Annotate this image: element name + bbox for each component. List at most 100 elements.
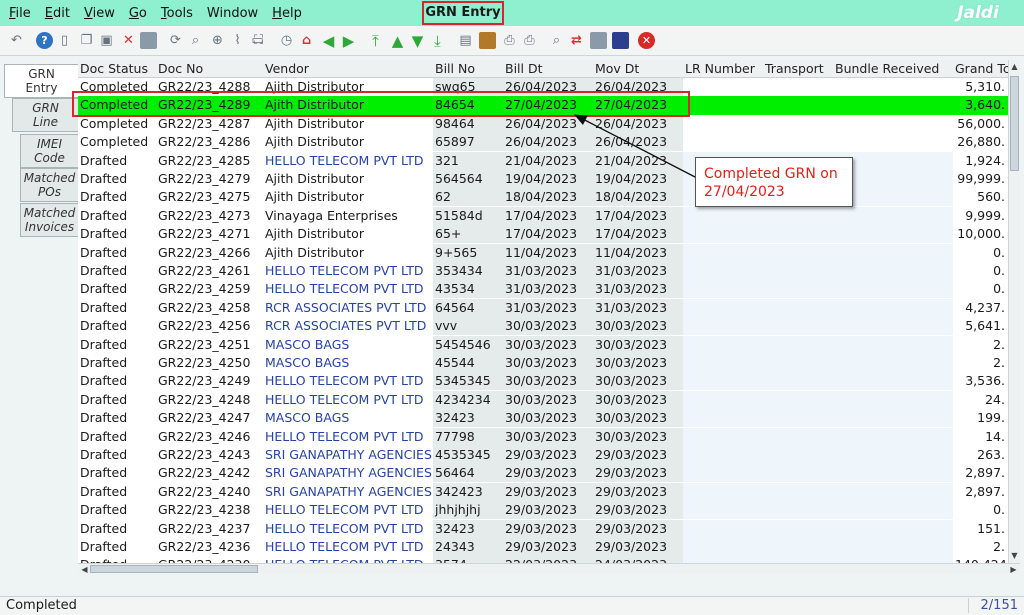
table-row[interactable]: Drafted GR22/23_4248 HELLO TELECOM PVT LTD… [78,390,1008,409]
menu-item[interactable]: Tools [154,6,200,21]
last-record-icon[interactable]: ⤓ [429,32,446,50]
menu-item[interactable]: View [77,6,122,21]
table-row[interactable]: Drafted GR22/23_4266 Ajith Distributor 9+56… [78,243,1008,262]
menu-item[interactable]: Window [200,6,265,21]
table-row[interactable]: Drafted GR22/23_4249 HELLO TELECOM PVT LTD… [78,372,1008,391]
table-row[interactable]: Drafted GR22/23_4243 SRI GANAPATHY AGENCIE… [78,446,1008,464]
col-mov-dt[interactable]: Mov Dt [593,60,683,78]
table-row[interactable]: Drafted GR22/23_4261 HELLO TELECOM PVT LTD… [78,262,1008,280]
table-row[interactable]: Completed GR22/23_4287 Ajith Distributor 98… [78,114,1008,133]
refresh-icon[interactable]: ⟳ [167,32,184,49]
vertical-scroll-thumb[interactable] [1010,76,1019,171]
table-cell: Drafted [80,355,128,370]
table-row[interactable]: Drafted GR22/23_4240 SRI GANAPATHY AGENCIE… [78,482,1008,501]
workflow-icon[interactable]: ⇄ [568,32,585,49]
table-cell: Ajith Distributor [265,226,364,242]
table-row[interactable]: Drafted GR22/23_4258 RCR ASSOCIATES PVT LT… [78,298,1008,317]
save-icon[interactable]: ▣ [98,32,115,49]
scroll-down-icon[interactable]: ▼ [1009,550,1020,561]
horizontal-scroll-thumb[interactable] [90,565,258,573]
vertical-scrollbar[interactable]: ▲ ▼ [1008,60,1020,563]
tab-grn-entry[interactable]: GRN Entry [4,64,78,98]
col-bundle-received[interactable]: Bundle Received [833,60,953,78]
table-row[interactable]: Drafted GR22/23_4279 Ajith Distributor 5645… [78,170,1008,188]
table-row[interactable]: Completed GR22/23_4286 Ajith Distributor 65… [78,133,1008,152]
product-icon[interactable] [590,32,607,49]
table-row[interactable]: Drafted GR22/23_4251 MASCO BAGS 5454546 30/0… [78,335,1008,354]
col-doc-status[interactable]: Doc Status [78,60,156,78]
delete-icon[interactable]: ✕ [120,32,137,49]
scroll-left-icon[interactable]: ◀ [79,564,90,575]
tab-matched-invoices[interactable]: Matched Invoices [20,203,78,237]
col-vendor[interactable]: Vendor [263,60,433,78]
table-row[interactable]: Drafted GR22/23_4285 HELLO TELECOM PVT LTD… [78,151,1008,170]
fullscreen-icon[interactable]: ⛶ [250,32,267,49]
menu-item[interactable]: Help [265,6,309,21]
menu-item[interactable]: Go [122,6,154,21]
new-document-icon[interactable]: ▯ [56,32,73,49]
col-doc-no[interactable]: Doc No [156,60,263,78]
attachment-icon[interactable]: ⌇ [229,32,246,49]
table-cell: GR22/23_4259 [158,281,251,297]
col-bill-dt[interactable]: Bill Dt [503,60,593,78]
table-row[interactable]: Drafted GR22/23_4250 MASCO BAGS 45544 30/03/… [78,354,1008,372]
copy-icon[interactable]: ❐ [78,32,95,49]
lock-icon[interactable] [612,32,629,49]
scroll-up-icon[interactable]: ▲ [1009,61,1020,72]
table-row[interactable]: Completed GR22/23_4289 Ajith Distributor 84… [78,96,1008,115]
home-icon[interactable]: ⌂ [298,32,315,49]
table-cell [763,427,833,446]
table-cell [763,482,833,501]
table-row[interactable]: Drafted GR22/23_4259 HELLO TELECOM PVT LTD… [78,280,1008,299]
archive-icon[interactable] [479,32,496,49]
zoom-across-icon[interactable]: ⌕ [548,32,565,49]
table-row[interactable]: Drafted GR22/23_4256 RCR ASSOCIATES PVT LT… [78,317,1008,336]
table-row[interactable]: Drafted GR22/23_4273 Vinayaga Enterprises 5… [78,206,1008,225]
next-record-icon[interactable]: ▼ [409,32,426,50]
table-cell: 30/03/2023 [593,390,683,409]
table-cell [833,538,953,556]
table-row[interactable]: Drafted GR22/23_4246 HELLO TELECOM PVT LTD… [78,427,1008,446]
report-icon[interactable]: ▤ [457,32,474,49]
print-preview-icon[interactable]: ⎙ [521,32,538,49]
table-row[interactable]: Completed GR22/23_4288 Ajith Distributor sw… [78,78,1008,96]
menu-mnemonic: G [128,5,139,21]
disk-icon[interactable] [140,32,157,49]
forward-icon[interactable]: ▶ [340,32,357,50]
zoom-icon[interactable]: ⊕ [209,32,226,49]
col-grand-total[interactable]: Grand Tc [953,60,1008,78]
table-row[interactable]: Drafted GR22/23_4242 SRI GANAPATHY AGENCIE… [78,464,1008,483]
close-icon[interactable]: ✕ [638,32,655,49]
table-row[interactable]: Drafted GR22/23_4247 MASCO BAGS 32423 30/03/… [78,409,1008,428]
tab-matched-pos[interactable]: Matched POs [20,168,78,202]
table-row[interactable]: Drafted GR22/23_4271 Ajith Distributor 65+ 1… [78,225,1008,244]
first-record-icon[interactable]: ⤒ [367,32,384,50]
undo-icon[interactable]: ↶ [8,32,25,49]
back-icon[interactable]: ◀ [320,32,337,50]
table-row[interactable]: DraftedGR22/23_4230HELLO TELECOM PVT LTD… [78,556,1008,563]
print-icon[interactable]: ⎙ [501,32,518,49]
previous-record-icon[interactable]: ▲ [389,32,406,50]
table-row[interactable]: Drafted GR22/23_4238 HELLO TELECOM PVT LTD… [78,501,1008,520]
search-icon[interactable]: ⌕ [187,32,204,49]
menu-item[interactable]: File [2,6,38,21]
horizontal-scrollbar[interactable]: ◀ ▶ [78,563,1020,574]
table-row[interactable]: Drafted GR22/23_4275 Ajith Distributor 62 18… [78,188,1008,207]
table-cell [763,519,833,538]
tab-grn-line[interactable]: GRN Line [12,98,78,132]
col-transport[interactable]: Transport [763,60,833,78]
table-cell: HELLO TELECOM PVT LTD [265,520,424,536]
menu-item[interactable]: Edit [38,6,77,21]
col-bill-no[interactable]: Bill No [433,60,503,78]
table-cell: 5,310. [965,79,1005,94]
help-icon[interactable]: ? [36,32,53,49]
table-cell [763,464,833,483]
history-icon[interactable]: ◷ [278,32,295,49]
col-lr-number[interactable]: LR Number [683,60,763,78]
table-row[interactable]: Drafted GR22/23_4237 HELLO TELECOM PVT LTD… [78,519,1008,538]
table-cell: 31/03/2023 [593,262,683,280]
table-row[interactable]: Drafted GR22/23_4236 HELLO TELECOM PVT LTD… [78,538,1008,556]
table-cell: 199. [977,410,1005,426]
scroll-right-icon[interactable]: ▶ [1008,564,1019,575]
tab-imei-code[interactable]: IMEI Code [20,134,78,168]
